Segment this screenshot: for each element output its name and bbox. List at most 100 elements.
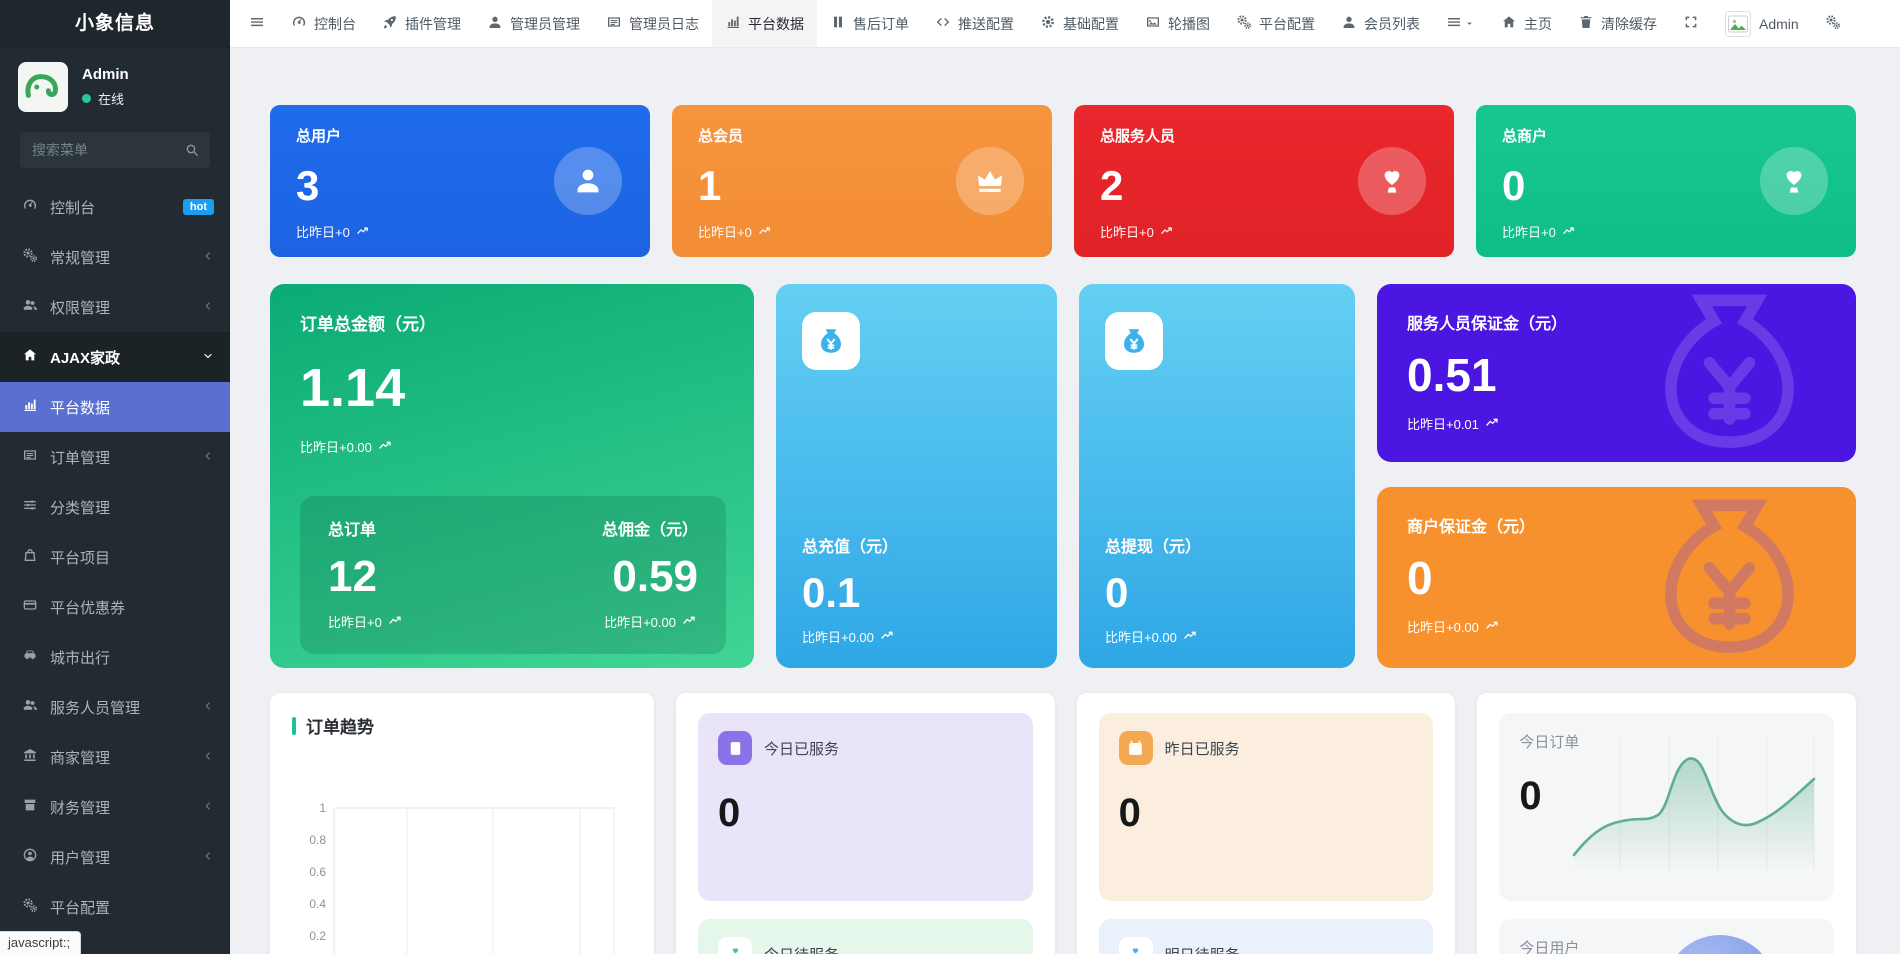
chevron-left-icon [202, 749, 214, 766]
sliders-icon [22, 497, 50, 517]
nav-item-member-list[interactable]: 会员列表 [1328, 0, 1433, 47]
gears-icon [1236, 14, 1259, 33]
sidebar-item-coupons[interactable]: 平台优惠券 [0, 582, 230, 632]
hands-heart-icon [718, 937, 752, 954]
user-status: 在线 [98, 89, 124, 108]
money-bag-icon [802, 312, 860, 370]
today-orders-panel: 今日订单 0 [1499, 713, 1834, 901]
hot-badge: hot [183, 199, 214, 215]
credit-card-icon [22, 597, 50, 617]
trend-icon [388, 612, 404, 631]
users-icon [22, 697, 50, 717]
order-total-card: 订单总金额（元） 1.14 比昨日+0.00 总订单 12 比昨日+0 总佣金（… [270, 284, 754, 668]
sidebar-item-permissions[interactable]: 权限管理 [0, 282, 230, 332]
top-navbar: 控制台 插件管理 管理员管理 管理员日志 平台数据 售后订单 推送配置 基础配 [230, 0, 1900, 48]
sidebar-item-city-travel[interactable]: 城市出行 [0, 632, 230, 682]
chevron-down-icon [202, 349, 214, 366]
fullscreen-button[interactable] [1670, 0, 1712, 47]
stat-card-total-staff: 总服务人员 2 比昨日+0 [1074, 105, 1454, 257]
chevron-left-icon [202, 449, 214, 466]
report-icon [718, 731, 752, 765]
users-icon [22, 297, 50, 317]
recharge-card: 总充值（元） 0.1 比昨日+0.00 [776, 284, 1057, 668]
sidebar-item-user-management[interactable]: 用户管理 [0, 832, 230, 882]
bar-chart-icon [22, 397, 50, 417]
sidebar-item-platform-config[interactable]: 平台配置 [0, 882, 230, 932]
sidebar-toggle-button[interactable] [236, 0, 278, 47]
nav-item-admin-logs[interactable]: 管理员日志 [593, 0, 712, 47]
chart-title: 订单趋势 [306, 713, 374, 738]
person-icon [554, 147, 622, 215]
trend-icon [758, 223, 773, 241]
chevron-left-icon [202, 849, 214, 866]
nav-item-aftersale-orders[interactable]: 售后订单 [817, 0, 922, 47]
order-sub-panel: 总订单 12 比昨日+0 总佣金（元） 0.59 比昨日+0.00 [300, 496, 726, 654]
pause-icon [830, 14, 853, 33]
withdraw-value: 0 [1105, 569, 1329, 617]
yesterday-served-value: 0 [1119, 791, 1414, 836]
nav-item-platform-config[interactable]: 平台配置 [1223, 0, 1328, 47]
sidebar-menu: 控制台 hot 常规管理 权限管理 AJAX家政 平台数据 订单管理 [0, 182, 230, 954]
menu-search-input[interactable] [20, 132, 210, 168]
fullscreen-icon [1683, 14, 1699, 33]
browser-status-bar: javascript:; [0, 931, 81, 954]
sidebar-item-platform-data[interactable]: 平台数据 [0, 382, 230, 432]
nav-item-push-config[interactable]: 推送配置 [922, 0, 1027, 47]
merchant-deposit-card: 商户保证金（元） 0 比昨日+0.00 [1377, 487, 1856, 668]
trend-icon [356, 223, 371, 241]
sidebar-item-finance[interactable]: 财务管理 [0, 782, 230, 832]
nav-item-clear-cache[interactable]: 清除缓存 [1565, 0, 1670, 47]
trend-icon [1160, 223, 1175, 241]
sidebar-item-ajax-housekeeping[interactable]: AJAX家政 [0, 332, 230, 382]
user-avatar[interactable] [18, 62, 68, 112]
archive-icon [22, 797, 50, 817]
log-icon [606, 14, 629, 33]
svg-text:0.6: 0.6 [309, 865, 326, 879]
home-icon [1501, 14, 1524, 33]
trash-icon [1578, 14, 1601, 33]
today-pending-panel: 今日待服务 [698, 919, 1033, 954]
today-users-panel: 今日用户 [1499, 919, 1834, 954]
nav-settings-button[interactable] [1812, 0, 1854, 47]
dashboard-icon [22, 197, 50, 217]
sidebar-item-merchants[interactable]: 商家管理 [0, 732, 230, 782]
hands-heart-icon [1119, 937, 1153, 954]
hamburger-icon [249, 14, 265, 33]
chevron-left-icon [202, 799, 214, 816]
tomorrow-pending-panel: 明日待服务 [1099, 919, 1434, 954]
app-logo: 小象信息 [0, 0, 230, 48]
withdraw-card: 总提现（元） 0 比昨日+0.00 [1079, 284, 1355, 668]
sidebar-item-platform-projects[interactable]: 平台项目 [0, 532, 230, 582]
svg-text:0.8: 0.8 [309, 833, 326, 847]
nav-item-plugins[interactable]: 插件管理 [369, 0, 474, 47]
chevron-left-icon [202, 249, 214, 266]
sidebar-item-categories[interactable]: 分类管理 [0, 482, 230, 532]
sidebar-item-console[interactable]: 控制台 hot [0, 182, 230, 232]
nav-item-carousel[interactable]: 轮播图 [1132, 0, 1223, 47]
bar-chart-icon [725, 14, 748, 33]
nav-item-homepage[interactable]: 主页 [1488, 0, 1565, 47]
sidebar-item-service-staff[interactable]: 服务人员管理 [0, 682, 230, 732]
trend-icon [1183, 627, 1199, 646]
user-name: Admin [82, 66, 129, 83]
nav-item-basic-config[interactable]: 基础配置 [1027, 0, 1132, 47]
bank-icon [22, 747, 50, 767]
money-bag-icon [1637, 487, 1822, 668]
money-cards-row: 订单总金额（元） 1.14 比昨日+0.00 总订单 12 比昨日+0 总佣金（… [270, 284, 1856, 668]
nav-item-console[interactable]: 控制台 [278, 0, 369, 47]
nav-user-menu[interactable]: Admin [1712, 0, 1812, 47]
svg-text:1: 1 [319, 801, 326, 815]
svg-text:0.2: 0.2 [309, 929, 326, 943]
car-icon [22, 647, 50, 667]
nav-item-platform-data[interactable]: 平台数据 [712, 0, 817, 47]
trend-icon [378, 437, 394, 456]
order-trend-card: 订单趋势 1 0.8 0.6 0.4 0 [270, 693, 654, 954]
sidebar-item-orders[interactable]: 订单管理 [0, 432, 230, 482]
stat-cards-row: 总用户 3 比昨日+0 总会员 1 比昨日+0 总服务人员 2 比昨日+0 [270, 105, 1856, 257]
menu-bars-icon [1446, 14, 1462, 33]
yesterday-service-card: 昨日已服务 0 明日待服务 [1077, 693, 1456, 954]
rocket-icon [382, 14, 405, 33]
nav-more-menu-button[interactable] [1433, 0, 1488, 47]
sidebar-item-general[interactable]: 常规管理 [0, 232, 230, 282]
nav-item-admin-management[interactable]: 管理员管理 [474, 0, 593, 47]
